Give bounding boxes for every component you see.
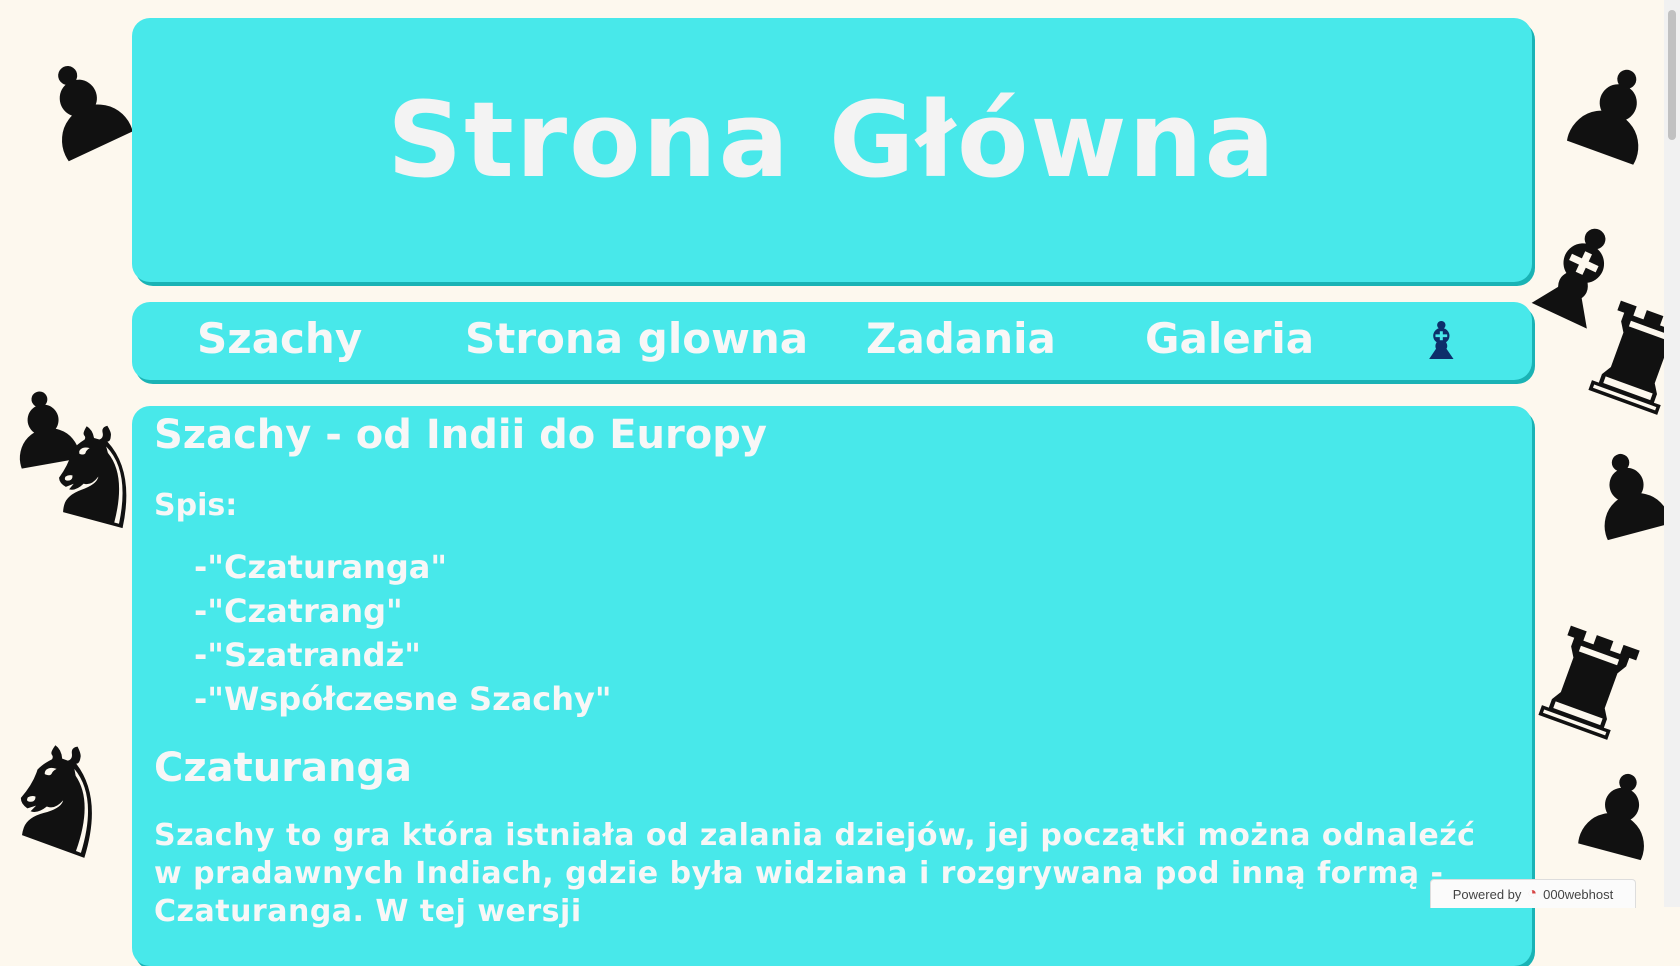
bishop-icon[interactable]: ♝ [1418, 312, 1465, 372]
section-paragraph: Szachy to gra która istniała od zalania … [154, 818, 1476, 929]
main-nav: Szachy Strona glowna Zadania Galeria ♝ [132, 302, 1532, 380]
toc-item: -"Szatrandż" [194, 636, 421, 674]
webhost-logo-icon: ◔ [1527, 885, 1538, 902]
nav-link-galeria[interactable]: Galeria [1145, 314, 1314, 363]
nav-link-szachy[interactable]: Szachy [197, 314, 362, 363]
toc-item: -"Czatrang" [194, 592, 403, 630]
pawn-icon: ♟ [1539, 30, 1680, 199]
toc-item: -"Czaturanga" [194, 548, 448, 586]
toc-item: -"Współczesne Szachy" [194, 680, 612, 718]
vertical-scrollbar[interactable] [1664, 0, 1680, 907]
pawn-icon: ♟ [1555, 740, 1680, 890]
toc-label: Spis: [154, 488, 238, 523]
toc-list: -"Czaturanga" -"Czatrang" -"Szatrandż" -… [194, 545, 1492, 721]
nav-link-zadania[interactable]: Zadania [866, 314, 1056, 363]
site-header: Strona Główna [132, 18, 1532, 282]
badge-powered-by: Powered by [1452, 886, 1522, 902]
scrollbar-thumb[interactable] [1668, 10, 1676, 140]
main-content: Szachy - od Indii do Europy Spis: -"Czat… [132, 406, 1532, 966]
hosting-badge[interactable]: Powered by ◔ 000webhost [1430, 879, 1636, 908]
content-heading: Szachy - od Indii do Europy [154, 412, 767, 458]
badge-host: 000webhost [1543, 886, 1614, 902]
section-title: Czaturanga [154, 745, 413, 791]
knight-icon: ♞ [0, 701, 150, 898]
page-title: Strona Główna [387, 79, 1277, 201]
page-container: Strona Główna Szachy Strona glowna Zadan… [132, 18, 1532, 966]
nav-link-strona-glowna[interactable]: Strona glowna [465, 314, 808, 363]
